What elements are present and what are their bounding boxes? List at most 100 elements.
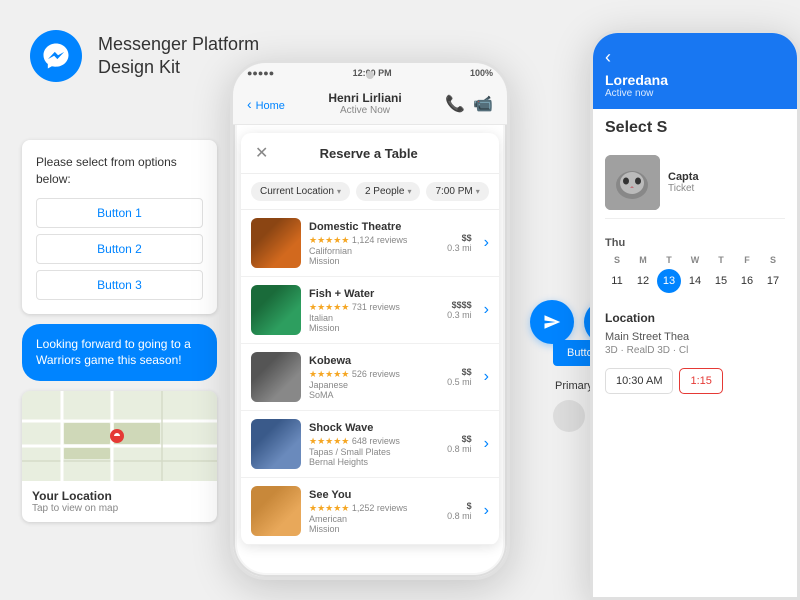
cal-head-s: S [605, 255, 629, 265]
option-button-2[interactable]: Button 2 [36, 234, 203, 264]
phone-main-mockup: ●●●●● 12:00 PM 100% ‹ Home Henri Lirlian… [230, 60, 510, 580]
restaurant-stars: ★★★★★ 731 reviews [309, 302, 439, 313]
restaurant-go-arrow[interactable]: › [484, 368, 489, 386]
right-phone-back-button[interactable]: ‹ [605, 47, 785, 68]
button-card-prompt: Please select from options below: [36, 154, 203, 188]
restaurant-distance: 0.5 mi [447, 377, 472, 387]
right-phone-header: ‹ Loredana Active now [593, 33, 797, 109]
people-filter[interactable]: 2 People ▾ [356, 182, 421, 201]
restaurant-price: $$ [447, 367, 472, 377]
restaurant-stars: ★★★★★ 1,252 reviews [309, 503, 439, 514]
chat-contact-name: Henri Lirliani [293, 91, 437, 105]
cal-day-17[interactable]: 17 [761, 269, 785, 293]
app-header: Messenger PlatformDesign Kit [30, 30, 259, 82]
right-phone-contact-name: Loredana [605, 72, 785, 88]
location-section: Location Main Street Thea 3D · RealD 3D … [593, 305, 797, 362]
restaurant-info: Domestic Theatre ★★★★★ 1,124 reviews Cal… [309, 221, 439, 266]
location-formats: 3D · RealD 3D · Cl [605, 345, 785, 356]
cal-day-13[interactable]: 13 [657, 269, 681, 293]
calendar-day-label: Thu [605, 237, 785, 249]
chat-header-info: Henri Lirliani Active Now [293, 91, 437, 116]
map-subtitle: Tap to view on map [32, 503, 207, 514]
time-option-115[interactable]: 1:15 [679, 368, 722, 394]
calendar-section: Thu S M T W T F S 11 12 13 14 15 16 17 [593, 229, 797, 305]
back-button[interactable]: ‹ Home [247, 96, 285, 112]
phone-chat-header: ‹ Home Henri Lirliani Active Now 📞 📹 [233, 83, 507, 125]
cal-day-11[interactable]: 11 [605, 269, 629, 293]
time-option-1030[interactable]: 10:30 AM [605, 368, 673, 394]
location-label: Location [605, 311, 785, 325]
battery: 100% [470, 68, 493, 78]
time-filter[interactable]: 7:00 PM ▾ [426, 182, 488, 201]
ticket-info: Capta Ticket [668, 171, 699, 194]
phone-camera [366, 71, 374, 79]
signal-dots: ●●●●● [247, 68, 274, 78]
restaurant-price: $$ [447, 434, 472, 444]
restaurant-image [251, 285, 301, 335]
list-item[interactable]: See You ★★★★★ 1,252 reviews American Mis… [241, 478, 499, 545]
restaurant-go-arrow[interactable]: › [484, 234, 489, 252]
restaurant-go-arrow[interactable]: › [484, 301, 489, 319]
restaurant-details: Californian Mission [309, 246, 439, 266]
ticket-title: Capta [668, 171, 699, 183]
restaurant-stars: ★★★★★ 526 reviews [309, 369, 439, 380]
cal-day-12[interactable]: 12 [631, 269, 655, 293]
restaurant-meta: $$ 0.8 mi [447, 434, 472, 454]
restaurant-image [251, 486, 301, 536]
restaurant-distance: 0.8 mi [447, 444, 472, 454]
restaurant-info: Kobewa ★★★★★ 526 reviews Japanese SoMA [309, 355, 439, 400]
restaurant-go-arrow[interactable]: › [484, 502, 489, 520]
restaurant-image [251, 352, 301, 402]
list-item[interactable]: Domestic Theatre ★★★★★ 1,124 reviews Cal… [241, 210, 499, 277]
restaurant-meta: $$ 0.3 mi [447, 233, 472, 253]
cal-head-t: T [657, 255, 681, 265]
cal-day-15[interactable]: 15 [709, 269, 733, 293]
restaurant-info: See You ★★★★★ 1,252 reviews American Mis… [309, 489, 439, 534]
calendar-header-row: S M T W T F S [605, 255, 785, 265]
restaurant-details: Italian Mission [309, 313, 439, 333]
restaurant-price: $$$$ [447, 300, 472, 310]
restaurant-meta: $$$$ 0.3 mi [447, 300, 472, 320]
map-title: Your Location [32, 489, 207, 503]
cal-day-14[interactable]: 14 [683, 269, 707, 293]
video-call-icon[interactable]: 📹 [473, 94, 493, 114]
list-item[interactable]: Fish + Water ★★★★★ 731 reviews Italian M… [241, 277, 499, 344]
list-item[interactable]: Kobewa ★★★★★ 526 reviews Japanese SoMA $… [241, 344, 499, 411]
people-filter-arrow: ▾ [407, 187, 411, 196]
cal-head-w: W [683, 255, 707, 265]
map-image[interactable] [22, 391, 217, 481]
button-select-card: Please select from options below: Button… [22, 140, 217, 314]
restaurant-distance: 0.3 mi [447, 310, 472, 320]
reserve-filters-bar: Current Location ▾ 2 People ▾ 7:00 PM ▾ [241, 174, 499, 210]
restaurant-name: Shock Wave [309, 422, 439, 434]
restaurant-name: Kobewa [309, 355, 439, 367]
option-button-1[interactable]: Button 1 [36, 198, 203, 228]
ticket-image [605, 155, 660, 210]
cat-image [605, 155, 660, 210]
reserve-modal-title: Reserve a Table [268, 146, 469, 161]
calendar-days-row: 11 12 13 14 15 16 17 [605, 269, 785, 293]
cal-day-16[interactable]: 16 [735, 269, 759, 293]
restaurant-distance: 0.3 mi [447, 243, 472, 253]
reserve-table-modal: ✕ Reserve a Table Current Location ▾ 2 P… [241, 133, 499, 545]
restaurant-details: Tapas / Small Plates Bernal Heights [309, 447, 439, 467]
restaurant-meta: $$ 0.5 mi [447, 367, 472, 387]
time-filter-arrow: ▾ [476, 187, 480, 196]
restaurant-go-arrow[interactable]: › [484, 435, 489, 453]
location-filter[interactable]: Current Location ▾ [251, 182, 350, 201]
restaurant-name: Domestic Theatre [309, 221, 439, 233]
option-button-3[interactable]: Button 3 [36, 270, 203, 300]
reserve-modal-header: ✕ Reserve a Table [241, 133, 499, 174]
messenger-logo [30, 30, 82, 82]
send-button[interactable] [530, 300, 574, 344]
restaurant-meta: $ 0.8 mi [447, 501, 472, 521]
modal-close-button[interactable]: ✕ [255, 143, 268, 163]
restaurant-price: $$ [447, 233, 472, 243]
restaurant-stars: ★★★★★ 1,124 reviews [309, 235, 439, 246]
list-item[interactable]: Shock Wave ★★★★★ 648 reviews Tapas / Sma… [241, 411, 499, 478]
phone-call-icon[interactable]: 📞 [445, 94, 465, 114]
ticket-card[interactable]: Capta Ticket [605, 147, 785, 219]
map-card[interactable]: Your Location Tap to view on map [22, 391, 217, 522]
cal-head-m: M [631, 255, 655, 265]
restaurant-price: $ [447, 501, 472, 511]
